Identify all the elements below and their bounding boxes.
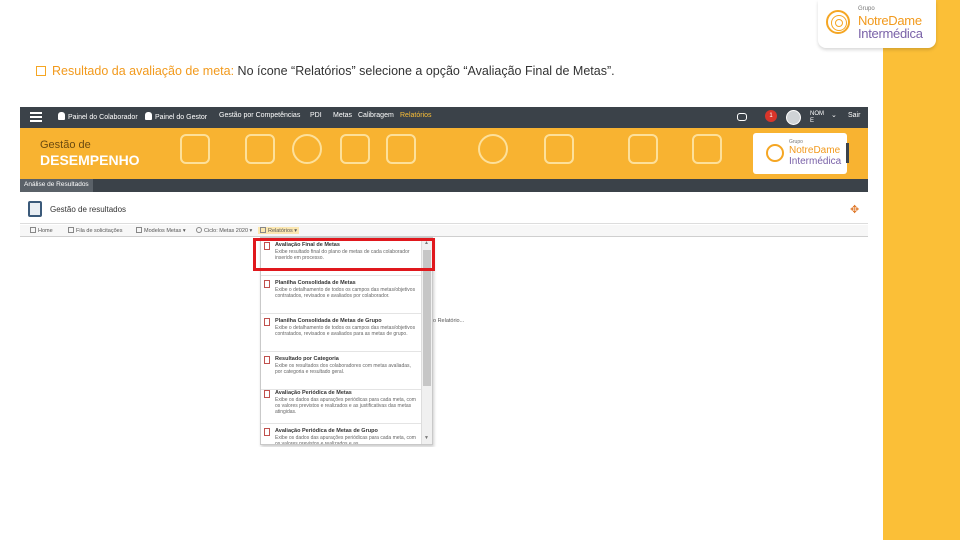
toolbar-home[interactable]: Home <box>30 227 53 234</box>
report-icon <box>264 356 270 364</box>
banner-divider <box>846 143 849 163</box>
decorative-side-strip <box>883 0 960 540</box>
people-icon <box>145 112 152 120</box>
notebook-icon <box>28 201 42 217</box>
chevron-down-icon[interactable]: ⌄ <box>831 111 837 119</box>
toolbar-label: Home <box>38 228 53 234</box>
nav-label: Painel do Colaborador <box>68 114 138 121</box>
report-icon <box>264 280 270 288</box>
flower-logo-icon <box>826 10 850 34</box>
team-icon <box>340 134 370 164</box>
instruction-text: Resultado da avaliação de meta: No ícone… <box>36 64 615 78</box>
report-avaliacao-periodica-grupo[interactable]: Avaliação Periódica de Metas de Grupo Ex… <box>261 424 421 445</box>
logo-name-line2: Intermédica <box>858 26 923 41</box>
highlight-avaliacao-final <box>253 238 435 271</box>
move-arrows-icon[interactable]: ✥ <box>850 203 859 216</box>
avatar[interactable] <box>786 110 801 125</box>
clock-icon <box>292 134 322 164</box>
nav-pdi[interactable]: PDI <box>310 112 322 119</box>
scroll-down-icon[interactable]: ▼ <box>424 435 429 441</box>
report-planilha-consolidada-metas[interactable]: Planilha Consolidada de Metas Exibe o de… <box>261 276 421 314</box>
toolbar-relatorios[interactable]: Relatórios ▾ <box>258 227 300 234</box>
home-icon <box>30 227 36 233</box>
tab-strip: Análise de Resultados <box>20 179 868 192</box>
report-title: Resultado por Categoria <box>275 356 339 362</box>
report-icon <box>260 227 266 233</box>
team-icon <box>180 134 210 164</box>
page-header: Gestão de resultados ✥ <box>20 192 868 224</box>
app-screenshot: Painel do Colaborador Painel do Gestor G… <box>20 107 868 447</box>
page-title: Gestão de resultados <box>50 205 127 214</box>
flower-logo-icon <box>766 144 784 162</box>
banner-title-line1: Gestão de <box>40 139 91 151</box>
tab-analise-resultados[interactable]: Análise de Resultados <box>20 179 93 192</box>
nav-gestao-competencias[interactable]: Gestão por Competências <box>219 112 300 119</box>
user-name[interactable]: NOME <box>810 111 824 125</box>
report-description: Exibe os resultados dos colaboradores co… <box>275 363 411 376</box>
toolbar-label: Relatórios <box>268 228 293 234</box>
report-description: Exibe os dados das apurações periódicas … <box>275 397 416 416</box>
report-icon <box>264 390 270 398</box>
cycle-icon <box>196 227 202 233</box>
nav-painel-colaborador[interactable]: Painel do Colaborador <box>58 112 138 121</box>
report-planilha-consolidada-grupo[interactable]: Planilha Consolidada de Metas de Grupo E… <box>261 314 421 352</box>
instruction-body: No ícone “Relatórios” selecione a opção … <box>234 64 615 78</box>
report-title: Planilha Consolidada de Metas de Grupo <box>275 318 382 324</box>
nav-calibragem[interactable]: Calibragem <box>358 112 394 119</box>
notification-badge[interactable]: 1 <box>765 110 777 122</box>
logout-link[interactable]: Sair <box>848 112 860 119</box>
module-banner: Gestão de DESEMPENHO Grupo NotreDame Int… <box>20 128 868 179</box>
logo-grupo-text: Grupo <box>858 6 875 12</box>
toolbar-fila[interactable]: Fila de solicitações <box>68 227 122 234</box>
report-icon <box>264 428 270 436</box>
report-title: Avaliação Periódica de Metas <box>275 390 352 396</box>
toolbar-label: Modelos Metas <box>144 228 182 234</box>
team-icon <box>692 134 722 164</box>
document-icon <box>68 227 74 233</box>
grid-icon <box>136 227 142 233</box>
checkbox-icon <box>36 66 46 76</box>
briefcase-icon <box>544 134 574 164</box>
report-avaliacao-periodica-metas[interactable]: Avaliação Periódica de Metas Exibe os da… <box>261 386 421 424</box>
relatorio-hint: o Relatório... <box>433 318 465 324</box>
gear-person-icon <box>478 134 508 164</box>
chat-icon[interactable] <box>737 113 747 121</box>
toolbar-label: Fila de solicitações <box>76 228 123 234</box>
nav-label: Painel do Gestor <box>155 114 208 121</box>
document-search-icon <box>628 134 658 164</box>
clipboard-icon <box>386 134 416 164</box>
hamburger-menu-icon[interactable] <box>30 112 42 122</box>
toolbar-ciclo[interactable]: Ciclo: Metas 2020 ▾ <box>196 227 252 234</box>
top-navigation-bar: Painel do Colaborador Painel do Gestor G… <box>20 107 868 128</box>
report-title: Avaliação Periódica de Metas de Grupo <box>275 428 378 434</box>
person-icon <box>58 112 65 120</box>
nav-relatorios[interactable]: Relatórios <box>400 112 432 119</box>
report-description: Exibe o detalhamento de todos os campos … <box>275 287 416 300</box>
banner-logo-line1: NotreDame <box>789 145 841 156</box>
toolbar: Home Fila de solicitações Modelos Metas … <box>20 225 868 237</box>
banner-title-line2: DESEMPENHO <box>40 152 140 168</box>
toolbar-label: Ciclo: Metas 2020 <box>204 228 249 234</box>
banner-logo-line2: Intermédica <box>789 156 842 167</box>
instruction-highlight: Resultado da avaliação de meta: <box>52 64 235 78</box>
toolbar-modelos[interactable]: Modelos Metas ▾ <box>136 227 186 234</box>
report-description: Exibe os dados das apurações periódicas … <box>275 435 416 445</box>
nav-metas[interactable]: Metas <box>333 112 352 119</box>
report-icon <box>264 318 270 326</box>
report-description: Exibe o detalhamento de todos os campos … <box>275 325 416 338</box>
report-title: Planilha Consolidada de Metas <box>275 280 356 286</box>
report-resultado-categoria[interactable]: Resultado por Categoria Exibe os resulta… <box>261 352 421 390</box>
banner-logo: Grupo NotreDame Intermédica <box>753 133 847 174</box>
envelope-icon <box>245 134 275 164</box>
nav-painel-gestor[interactable]: Painel do Gestor <box>145 112 207 121</box>
notredame-logo: Grupo NotreDame Intermédica <box>818 0 936 48</box>
